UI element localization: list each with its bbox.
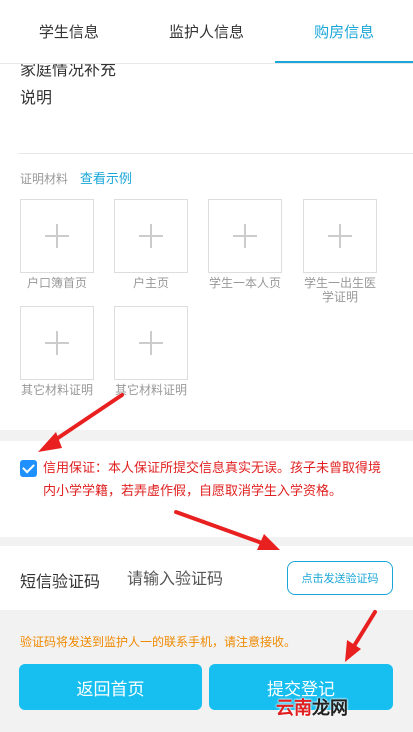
sms-code-label: 短信验证码 <box>20 572 101 591</box>
upload-label: 其它材料证明 <box>114 383 187 397</box>
materials-section: 证明材料 查看示例 户口簿首页 户主页 学生一本人页 学生一出生医学证明 其它材… <box>0 154 413 430</box>
plus-icon <box>139 331 163 355</box>
explain-section: 家庭情况补充 说明 <box>0 64 413 154</box>
family-situation-heading: 家庭情况补充 <box>20 64 117 79</box>
materials-header: 证明材料 查看示例 <box>20 168 132 187</box>
watermark-logo: 云南龙网 <box>276 698 348 719</box>
upload-label: 户口簿首页 <box>26 276 87 290</box>
upload-slot-hukou-first-page[interactable] <box>20 199 94 273</box>
upload-slot-other-material-1[interactable] <box>20 306 94 380</box>
tab-guardian-info[interactable]: 监护人信息 <box>138 0 276 63</box>
tab-house-purchase-info[interactable]: 购房信息 <box>275 0 413 63</box>
plus-icon <box>45 331 69 355</box>
arrow-to-submit <box>345 610 377 662</box>
tab-student-info[interactable]: 学生信息 <box>0 0 138 63</box>
materials-title: 证明材料 <box>20 172 69 186</box>
sms-code-input[interactable] <box>127 562 277 594</box>
upload-slot-householder-page[interactable] <box>114 199 188 273</box>
upload-slot-birth-certificate[interactable] <box>303 199 377 273</box>
back-home-button[interactable]: 返回首页 <box>19 664 202 710</box>
plus-icon <box>328 224 352 248</box>
upload-slot-student-self-page[interactable] <box>208 199 282 273</box>
sms-code-row: 短信验证码 点击发送验证码 <box>0 546 413 610</box>
upload-label: 其它材料证明 <box>20 383 93 397</box>
plus-icon <box>139 224 163 248</box>
plus-icon <box>45 224 69 248</box>
upload-label: 学生一本人页 <box>208 276 281 290</box>
sms-notice-text: 验证码将发送到监护人一的联系手机，请注意接收。 <box>20 635 297 649</box>
upload-label: 户主页 <box>132 276 169 290</box>
credit-guarantee-section: 信用保证：本人保证所提交信息真实无误。孩子未曾取得境内小学学籍，若弄虚作假，自愿… <box>0 441 413 537</box>
explain-label: 说明 <box>20 88 53 107</box>
upload-label: 学生一出生医学证明 <box>303 276 376 304</box>
credit-guarantee-text: 信用保证：本人保证所提交信息真实无误。孩子未曾取得境内小学学籍，若弄虚作假，自愿… <box>43 461 382 499</box>
plus-icon <box>233 224 257 248</box>
upload-slot-other-material-2[interactable] <box>114 306 188 380</box>
tab-bar: 学生信息 监护人信息 购房信息 <box>0 0 413 64</box>
view-example-link[interactable]: 查看示例 <box>80 172 132 187</box>
send-code-button[interactable]: 点击发送验证码 <box>287 561 393 595</box>
credit-guarantee-checkbox[interactable] <box>20 460 37 477</box>
